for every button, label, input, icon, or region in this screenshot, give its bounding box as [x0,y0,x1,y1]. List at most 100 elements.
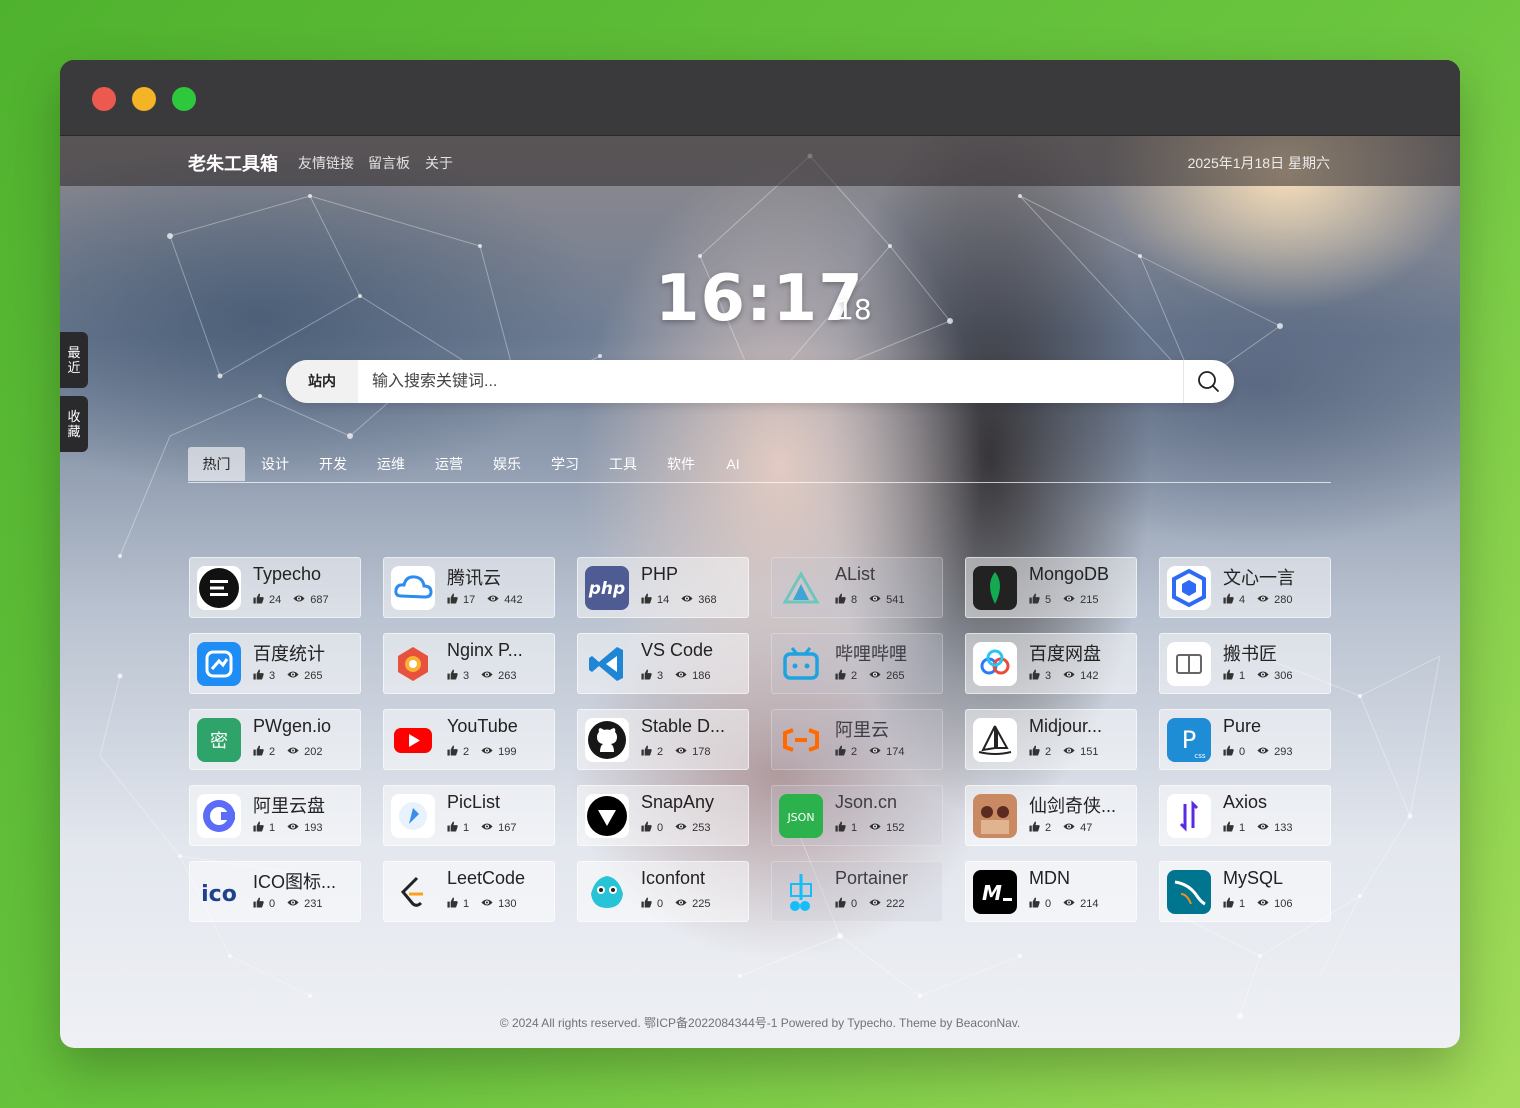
site-card[interactable]: M MDN 0 214 [965,861,1137,922]
tab-hot[interactable]: 热门 [188,447,245,481]
site-card[interactable]: 腾讯云 17 442 [383,557,555,618]
nav-link-guestbook[interactable]: 留言板 [368,153,410,173]
site-card-name: PWgen.io [253,716,332,736]
site-card[interactable]: AList 8 541 [771,557,943,618]
pwgen-icon: 密 [197,718,241,762]
midjourney-icon [973,718,1017,762]
like-icon [835,669,851,683]
clock-seconds: 18 [836,293,872,326]
site-card[interactable]: ico ICO图标... 0 231 [189,861,361,922]
xianjian-icon [973,794,1017,838]
top-navbar: 老朱工具箱 友情链接 留言板 关于 2025年1月18日 星期六 [60,136,1460,186]
site-card-name: Stable D... [641,716,726,736]
tab-software[interactable]: 软件 [654,447,708,481]
tab-ops[interactable]: 运维 [364,447,418,481]
site-card[interactable]: 文心一言 4 280 [1159,557,1331,618]
like-icon [1223,745,1239,759]
site-card[interactable]: MongoDB 5 215 [965,557,1137,618]
view-count: 133 [1274,822,1293,834]
current-date: 2025年1月18日 星期六 [1187,155,1330,171]
view-count: 225 [692,898,711,910]
like-count: 17 [463,594,476,606]
search-button[interactable] [1183,360,1234,403]
site-card[interactable]: Iconfont 0 225 [577,861,749,922]
site-card[interactable]: VS Code 3 186 [577,633,749,694]
tab-entertainment[interactable]: 娱乐 [480,447,534,481]
site-card-name: 搬书匠 [1223,644,1277,664]
eye-icon [663,898,692,910]
site-card-name: AList [835,564,876,584]
site-card[interactable]: MySQL 1 106 [1159,861,1331,922]
search-input[interactable] [370,366,1174,398]
eye-icon [1245,670,1274,682]
view-count: 253 [692,822,711,834]
site-card[interactable]: PicList 1 167 [383,785,555,846]
site-card[interactable]: 密 PWgen.io 2 202 [189,709,361,770]
site-card[interactable]: Pcss Pure 0 293 [1159,709,1331,770]
tab-develop[interactable]: 开发 [306,447,360,481]
site-card[interactable]: JSON Json.cn 1 152 [771,785,943,846]
like-icon [1223,593,1239,607]
like-icon [835,897,851,911]
site-card[interactable]: 百度统计 3 265 [189,633,361,694]
sidebar-tab-recent[interactable]: 最近 [60,332,88,388]
sidebar-tab-favorites[interactable]: 收藏 [60,396,88,452]
svg-text:密: 密 [210,731,228,752]
site-logo-title[interactable]: 老朱工具箱 [188,150,278,176]
sidebar-tab-recent-label: 最近 [67,345,81,375]
eye-icon [857,746,886,758]
site-card[interactable]: Midjour... 2 151 [965,709,1137,770]
axios-icon [1167,794,1211,838]
site-card[interactable]: LeetCode 1 130 [383,861,555,922]
site-card[interactable]: 百度网盘 3 142 [965,633,1137,694]
site-card[interactable]: SnapAny 0 253 [577,785,749,846]
eye-icon [469,898,498,910]
search-scope-select[interactable]: 站内 [286,360,358,403]
site-card[interactable]: 阿里云盘 1 193 [189,785,361,846]
site-card-stats: 2 265 [835,669,904,683]
site-card[interactable]: Axios 1 133 [1159,785,1331,846]
site-card[interactable]: 哔哩哔哩 2 265 [771,633,943,694]
nav-link-about[interactable]: 关于 [425,153,453,173]
view-count: 541 [886,594,905,606]
tab-ai[interactable]: AI [712,447,754,481]
site-card[interactable]: 仙剑奇侠... 2 47 [965,785,1137,846]
tab-tools[interactable]: 工具 [596,447,650,481]
site-card[interactable]: 搬书匠 1 306 [1159,633,1331,694]
like-icon [253,821,269,835]
site-card[interactable]: Nginx P... 3 263 [383,633,555,694]
like-icon [253,669,269,683]
minimize-window-button[interactable] [132,87,156,111]
view-count: 142 [1080,670,1099,682]
browser-window: 老朱工具箱 友情链接 留言板 关于 2025年1月18日 星期六 16:17 1… [60,60,1460,1048]
eye-icon [1245,594,1274,606]
site-card[interactable]: Typecho 24 687 [189,557,361,618]
site-card[interactable]: 阿里云 2 174 [771,709,943,770]
site-card[interactable]: Portainer 0 222 [771,861,943,922]
nav-link-friends[interactable]: 友情链接 [298,153,354,173]
site-card-name: Iconfont [641,868,706,888]
close-window-button[interactable] [92,87,116,111]
portainer-icon [779,870,823,914]
eye-icon [663,746,692,758]
site-card-name: Portainer [835,868,909,888]
like-icon [835,745,851,759]
like-icon [641,821,657,835]
like-icon [447,821,463,835]
tab-design[interactable]: 设计 [248,447,302,481]
site-card-stats: 2 174 [835,745,904,759]
site-card[interactable]: Stable D... 2 178 [577,709,749,770]
svg-text:M: M [982,881,1002,905]
site-card-name: 哔哩哔哩 [835,644,907,664]
site-card[interactable]: YouTube 2 199 [383,709,555,770]
site-card-stats: 0 225 [641,897,710,911]
site-card[interactable]: php PHP 14 368 [577,557,749,618]
tab-operation[interactable]: 运营 [422,447,476,481]
view-count: 199 [498,746,517,758]
maximize-window-button[interactable] [172,87,196,111]
like-icon [253,745,269,759]
like-icon [641,897,657,911]
like-icon [447,593,463,607]
tab-learning[interactable]: 学习 [538,447,592,481]
like-icon [447,897,463,911]
